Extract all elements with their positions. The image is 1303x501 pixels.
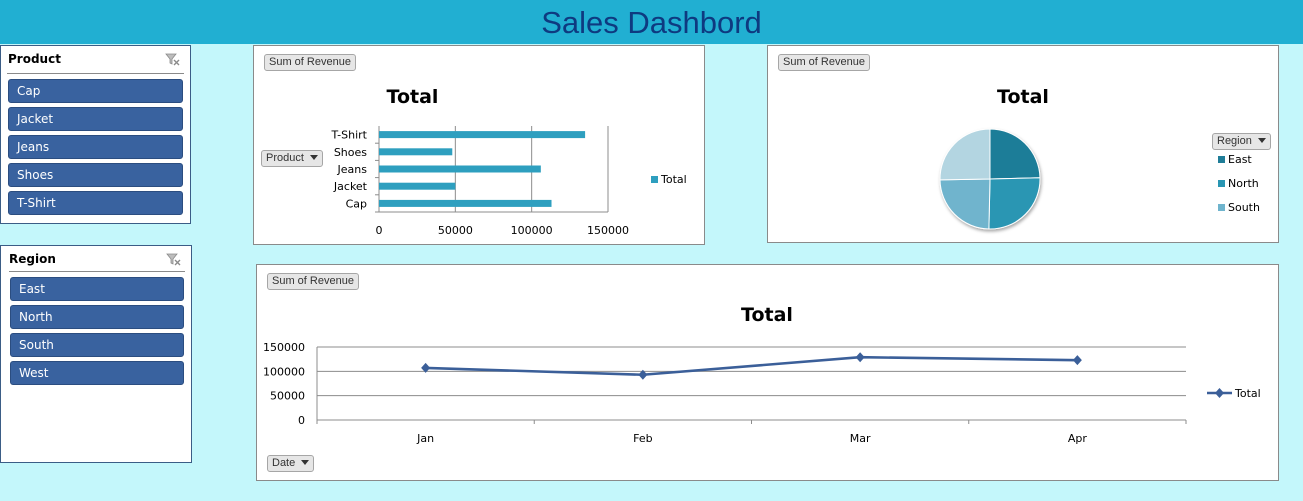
line-x-tick-label: Apr: [1068, 432, 1088, 445]
slicer-item-west[interactable]: West: [10, 361, 184, 385]
bar-category-label: Shoes: [334, 146, 367, 159]
line-chart-panel: Sum of Revenue Total Date 0 50000 100000 15…: [256, 264, 1279, 481]
pie-slice-north: [988, 177, 1041, 230]
line-chart: 0 50000 100000 150000 Jan Feb Mar Apr Total: [263, 341, 1261, 445]
pie-chart-panel: Sum of Revenue Total Region East North Sou…: [767, 45, 1279, 243]
diamond-marker-icon: [1215, 388, 1224, 398]
pie-slice-west: [939, 128, 991, 181]
slicer-item-north[interactable]: North: [10, 305, 184, 329]
line-y-tick-label: 0: [298, 414, 305, 427]
region-slicer: Region East North South West: [0, 245, 192, 463]
pie-legend-swatch: [1218, 156, 1225, 163]
slicer-item-jeans[interactable]: Jeans: [8, 135, 183, 159]
bar-legend-label: Total: [660, 173, 687, 186]
region-slicer-header: Region: [9, 252, 56, 266]
line-legend-label: Total: [1234, 387, 1261, 400]
slicer-item-east[interactable]: East: [10, 277, 184, 301]
slicer-item-jacket[interactable]: Jacket: [8, 107, 183, 131]
line-x-tick-label: Mar: [850, 432, 871, 445]
slicer-divider: [7, 73, 184, 74]
pie-legend-swatch: [1218, 180, 1225, 187]
dashboard-header: Sales Dashbord: [0, 0, 1303, 44]
bar-shoes: [379, 148, 453, 156]
bar-legend-swatch: [651, 176, 658, 183]
pie-legend-label: South: [1228, 201, 1260, 214]
slicer-divider: [9, 271, 185, 272]
bar-x-tick-label: 150000: [587, 224, 629, 237]
product-slicer-header: Product: [8, 52, 61, 66]
line-y-tick-label: 50000: [270, 390, 305, 403]
bar-category-label: Cap: [346, 197, 367, 210]
pie-chart: East North South: [939, 128, 1260, 230]
product-slicer: Product Cap Jacket Jeans Shoes T-Shirt: [0, 45, 191, 224]
bar-t-shirt: [379, 131, 586, 139]
dashboard-title: Sales Dashbord: [541, 5, 762, 40]
bar-x-tick-label: 50000: [438, 224, 473, 237]
pie-slices: [939, 128, 1041, 230]
slicer-item-shoes[interactable]: Shoes: [8, 163, 183, 187]
slicer-item-south[interactable]: South: [10, 333, 184, 357]
line-y-tick-label: 100000: [263, 365, 305, 378]
line-y-tick-label: 150000: [263, 341, 305, 354]
line-point-apr: [1072, 355, 1082, 366]
line-series-total: [425, 355, 1078, 377]
pie-slice-east: [989, 128, 1041, 180]
line-x-tick-label: Feb: [633, 432, 652, 445]
bar-chart-panel: Sum of Revenue Total Product 0 50000 10000…: [253, 45, 705, 245]
slicer-item-t-shirt[interactable]: T-Shirt: [8, 191, 183, 215]
pie-legend-label: North: [1228, 177, 1259, 190]
bar-x-tick-label: 0: [376, 224, 383, 237]
bar-x-tick-label: 100000: [511, 224, 553, 237]
bar-category-label: Jeans: [337, 163, 368, 176]
bar-cap: [379, 199, 552, 207]
line-point-mar: [855, 352, 865, 363]
pie-slice-south: [939, 178, 991, 230]
slicer-item-cap[interactable]: Cap: [8, 79, 183, 103]
bar-jeans: [379, 165, 541, 173]
pie-legend-swatch: [1218, 204, 1225, 211]
bar-chart: 0 50000 100000 150000 Cap Jacket Jeans Shoes T-S…: [330, 126, 687, 237]
clear-filter-icon[interactable]: [165, 251, 181, 267]
clear-filter-icon[interactable]: [164, 51, 180, 67]
bar-category-label: Jacket: [333, 180, 368, 193]
pie-legend-label: East: [1228, 153, 1252, 166]
line-x-tick-label: Jan: [416, 432, 434, 445]
bar-category-label: T-Shirt: [330, 129, 367, 142]
bar-jacket: [379, 182, 456, 190]
